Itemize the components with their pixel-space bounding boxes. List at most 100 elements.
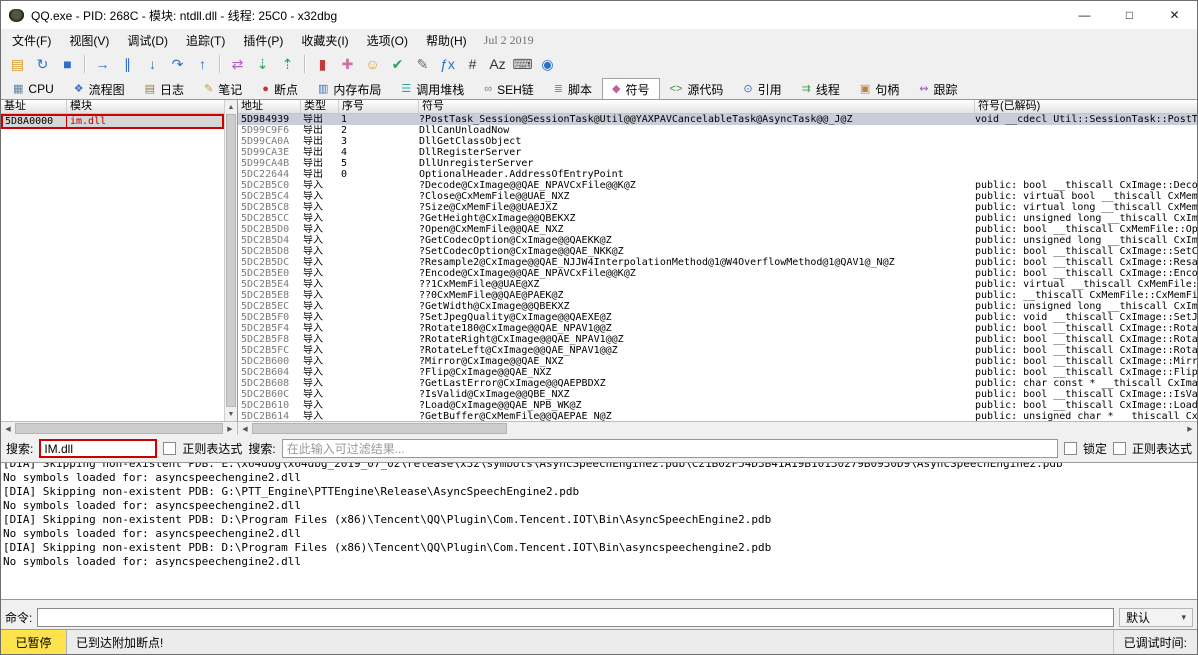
tab-references[interactable]: ⊙引用 — [733, 78, 791, 99]
strings-icon[interactable]: Az — [485, 54, 510, 74]
tab-threads[interactable]: ⇉线程 — [792, 78, 850, 99]
settings-icon[interactable]: ◉ — [535, 54, 560, 74]
tab-log[interactable]: ▤日志 — [135, 78, 194, 99]
comments-icon[interactable]: ✔ — [385, 54, 410, 74]
command-input[interactable] — [37, 608, 1114, 627]
symbol-row[interactable]: 5DC2B5E4导入??1CxMemFile@@UAE@XZpublic: vi… — [238, 279, 1197, 290]
tab-cpu[interactable]: ▦CPU — [3, 78, 64, 99]
tab-call-stack[interactable]: ☰调用堆栈 — [391, 78, 474, 99]
symbol-row[interactable]: 5D99CA4B导出5DllUnregisterServer — [238, 158, 1197, 169]
patches-icon[interactable]: ✚ — [335, 54, 360, 74]
symbol-row[interactable]: 5DC2B5C0导入?Decode@CxImage@@QAE_NPAVCxFil… — [238, 180, 1197, 191]
pause-icon[interactable]: ∥ — [115, 54, 140, 74]
symbol-row[interactable]: 5DC2B5F8导入?RotateRight@CxImage@@QAE_NPAV… — [238, 334, 1197, 345]
menu-item[interactable]: 帮助(H) — [417, 29, 476, 52]
symbol-row[interactable]: 5DC2B604导入?Flip@CxImage@@QAE_NXZpublic: … — [238, 367, 1197, 378]
run-icon[interactable]: → — [90, 54, 115, 74]
close-button[interactable]: ✕ — [1152, 1, 1197, 29]
symbol-row[interactable]: 5DC2B60C导入?IsValid@CxImage@@QBE_NXZpubli… — [238, 389, 1197, 400]
maximize-button[interactable]: □ — [1107, 1, 1152, 29]
tab-breakpoints[interactable]: ●断点 — [252, 78, 308, 99]
module-regex-checkbox[interactable] — [163, 442, 176, 455]
symbol-row[interactable]: 5DC2B5DC导入?Resample2@CxImage@@QAE_NJJW4I… — [238, 257, 1197, 268]
close-process-icon[interactable]: ■ — [55, 54, 80, 74]
tab-symbols[interactable]: ◆符号 — [602, 78, 659, 99]
tab-source[interactable]: <>源代码 — [660, 78, 734, 99]
symbol-row[interactable]: 5DC2B5C8导入?Size@CxMemFile@@UAEJXZpublic:… — [238, 202, 1197, 213]
restart-icon[interactable]: ↻ — [30, 54, 55, 74]
menu-item[interactable]: 视图(V) — [60, 29, 118, 52]
symbol-row[interactable]: 5DC2B5E0导入?Encode@CxImage@@QAE_NPAVCxFil… — [238, 268, 1197, 279]
menu-item[interactable]: 调试(D) — [118, 29, 177, 52]
favourites-icon[interactable]: ☺ — [360, 54, 385, 74]
scrollbar-thumb[interactable] — [15, 423, 223, 434]
scroll-right-icon[interactable]: ▶ — [1183, 422, 1197, 435]
symbol-row[interactable]: 5DC2B614导入?GetBuffer@CxMemFile@@QAEPAE_N… — [238, 411, 1197, 421]
shortcuts-icon[interactable]: ⌨ — [510, 54, 535, 74]
symbol-row[interactable]: 5DC2B5D8导入?SetCodecOption@CxImage@@QAE_N… — [238, 246, 1197, 257]
symbol-row[interactable]: 5DC22644导出0OptionalHeader.AddressOfEntry… — [238, 169, 1197, 180]
tab-notes[interactable]: ✎笔记 — [194, 78, 252, 99]
tab-memory-map[interactable]: ▥内存布局 — [308, 78, 391, 99]
trace-into-icon[interactable]: ⇣ — [250, 54, 275, 74]
column-header-symbol[interactable]: 符号 — [419, 100, 975, 113]
symbol-row[interactable]: 5DC2B5F0导入?SetJpegQuality@CxImage@@QAEXE… — [238, 312, 1197, 323]
scroll-right-icon[interactable]: ▶ — [223, 422, 237, 435]
column-header-module[interactable]: 模块 — [67, 100, 224, 113]
scrollbar-track[interactable] — [252, 422, 1183, 435]
column-header-ordinal[interactable]: 序号 — [339, 100, 419, 113]
column-header-symbol-undecorated[interactable]: 符号(已解码) — [975, 100, 1197, 113]
functions-icon[interactable]: ƒx — [435, 54, 460, 74]
labels-icon[interactable]: ✎ — [410, 54, 435, 74]
symbol-row[interactable]: 5D99CA0A导出3DllGetClassObject — [238, 136, 1197, 147]
symbol-row[interactable]: 5DC2B5CC导入?GetHeight@CxImage@@QBEKXZpubl… — [238, 213, 1197, 224]
symbol-row[interactable]: 5DC2B5D0导入?Open@CxMemFile@@QAE_NXZpublic… — [238, 224, 1197, 235]
open-file-icon[interactable]: ▤ — [5, 54, 30, 74]
symbol-row[interactable]: 5DC2B600导入?Mirror@CxImage@@QAE_NXZpublic… — [238, 356, 1197, 367]
tab-script[interactable]: ≣脚本 — [544, 78, 602, 99]
menu-item[interactable]: 插件(P) — [234, 29, 292, 52]
symbol-row[interactable]: 5D99CA3E导出4DllRegisterServer — [238, 147, 1197, 158]
tab-seh[interactable]: ∞SEH链 — [474, 78, 544, 99]
modules-vertical-scrollbar[interactable]: ▲ ▼ — [224, 100, 237, 421]
symbol-search-input[interactable] — [282, 439, 1058, 458]
modules-horizontal-scrollbar[interactable]: ◀ ▶ — [1, 422, 238, 435]
attach-icon[interactable]: ▮ — [310, 54, 335, 74]
menu-item[interactable]: 选项(O) — [358, 29, 417, 52]
lock-checkbox[interactable] — [1064, 442, 1077, 455]
column-header-type[interactable]: 类型 — [301, 100, 339, 113]
scrollbar-thumb[interactable] — [252, 423, 507, 434]
symbol-row[interactable]: 5DC2B608导入?GetLastError@CxImage@@QAEPBDX… — [238, 378, 1197, 389]
scroll-left-icon[interactable]: ◀ — [238, 422, 252, 435]
column-header-base[interactable]: 基址 — [1, 100, 67, 113]
symbol-row[interactable]: 5DC2B5E8导入??0CxMemFile@@QAE@PAEK@Zpublic… — [238, 290, 1197, 301]
menu-item[interactable]: 追踪(T) — [177, 29, 234, 52]
menu-item[interactable]: 收藏夹(I) — [292, 29, 357, 52]
run-to-user-code-icon[interactable]: ⇄ — [225, 54, 250, 74]
tab-graph[interactable]: ❖流程图 — [64, 78, 135, 99]
symbol-row[interactable]: 5DC2B5EC导入?GetWidth@CxImage@@QBEKXZpubli… — [238, 301, 1197, 312]
symbol-regex-checkbox[interactable] — [1113, 442, 1126, 455]
module-search-input[interactable] — [39, 439, 157, 458]
symbol-row[interactable]: 5DC2B610导入?Load@CxImage@@QAE_NPB_WK@Zpub… — [238, 400, 1197, 411]
scrollbar-track[interactable] — [225, 114, 237, 407]
scrollbar-track[interactable] — [15, 422, 223, 435]
symbol-row[interactable]: 5DC2B5FC导入?RotateLeft@CxImage@@QAE_NPAV1… — [238, 345, 1197, 356]
tab-handles[interactable]: ▣句柄 — [850, 78, 909, 99]
symbol-row[interactable]: 5D984939导出1?PostTask_Session@SessionTask… — [238, 114, 1197, 125]
module-row[interactable]: 5D8A0000im.dll — [1, 114, 224, 129]
symbol-row[interactable]: 5DC2B5C4导入?Close@CxMemFile@@UAE_NXZpubli… — [238, 191, 1197, 202]
execute-till-return-icon[interactable]: ↑ — [190, 54, 215, 74]
tab-trace[interactable]: ↭跟踪 — [909, 78, 967, 99]
symbol-row[interactable]: 5D99C9F6导出2DllCanUnloadNow — [238, 125, 1197, 136]
command-profile-dropdown[interactable]: 默认 ▾ — [1119, 608, 1193, 627]
scroll-down-icon[interactable]: ▼ — [225, 407, 237, 421]
scroll-up-icon[interactable]: ▲ — [225, 100, 237, 114]
step-over-icon[interactable]: ↷ — [165, 54, 190, 74]
symbol-row[interactable]: 5DC2B5D4导入?GetCodecOption@CxImage@@QAEKK… — [238, 235, 1197, 246]
symbols-horizontal-scrollbar[interactable]: ◀ ▶ — [238, 422, 1197, 435]
step-into-icon[interactable]: ↓ — [140, 54, 165, 74]
column-header-address[interactable]: 地址 — [238, 100, 301, 113]
trace-over-icon[interactable]: ⇡ — [275, 54, 300, 74]
scrollbar-thumb[interactable] — [226, 114, 236, 407]
